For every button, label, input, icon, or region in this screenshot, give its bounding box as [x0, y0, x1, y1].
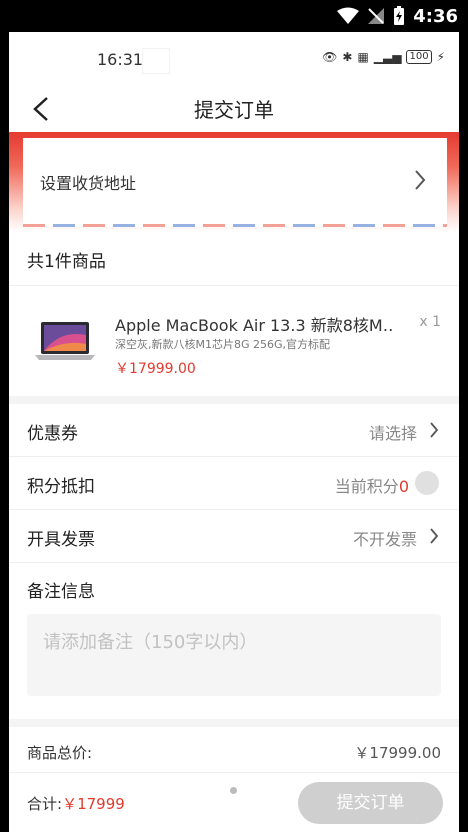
points-row: 积分抵扣 当前积分0 [9, 457, 459, 510]
goods-total-row: 商品总价: ￥17999.00 [9, 727, 459, 777]
chevron-right-icon [430, 422, 439, 438]
address-label: 设置收货地址 [40, 174, 137, 193]
bottom-bar: 合计:￥17999 提交订单 [9, 772, 459, 832]
submit-order-button[interactable]: 提交订单 [298, 782, 443, 824]
product-spec: 深空灰,新款八核M1芯片8G 256G,官方标配 [115, 338, 331, 351]
chevron-right-icon [415, 170, 426, 190]
device-time: 4:36 [413, 5, 458, 27]
section-gap [9, 396, 459, 404]
address-card[interactable]: 设置收货地址 [23, 138, 447, 224]
no-signal-icon [368, 8, 385, 24]
points-value: 0 [398, 477, 409, 496]
page-title: 提交订单 [194, 98, 274, 122]
vibrate-icon: ▦ [357, 50, 369, 64]
coupon-value: 请选择 [368, 424, 417, 443]
product-item[interactable]: Apple MacBook Air 13.3 新款8核M… x 1 深空灰,新款… [9, 286, 459, 396]
wifi-icon [337, 7, 360, 24]
remark-input[interactable]: 请添加备注（150字以内） [27, 614, 441, 696]
invoice-value: 不开发票 [352, 530, 417, 549]
battery-charging-icon [394, 6, 405, 25]
product-price: ￥17999.00 [115, 361, 196, 377]
invoice-row[interactable]: 开具发票 不开发票 [9, 510, 459, 563]
nav-bar: 提交订单 [9, 88, 459, 132]
app-screen: 16:31 👁 ✱ ▦ ▁▃▅ 100 ⚡ 提交订单 设置收货地址 共1件商品 [9, 32, 459, 832]
product-name: Apple MacBook Air 13.3 新款8核M… [115, 316, 395, 335]
points-label: 积分抵扣 [27, 477, 95, 497]
address-section: 设置收货地址 [9, 132, 459, 232]
bluetooth-icon: ✱ [342, 50, 353, 64]
product-quantity: x 1 [419, 314, 441, 330]
coupon-row[interactable]: 优惠券 请选择 [9, 404, 459, 457]
eye-icon: 👁 [322, 50, 338, 64]
address-envelope-border [23, 224, 447, 227]
order-total: 合计:￥17999 [27, 793, 125, 814]
order-total-value: ￥17999 [62, 795, 125, 813]
goods-total-label: 商品总价: [27, 744, 93, 762]
invoice-label: 开具发票 [27, 530, 95, 550]
remark-section: 备注信息 请添加备注（150字以内） [9, 563, 459, 719]
status-icons: 👁 ✱ ▦ ▁▃▅ 100 ⚡ [322, 50, 445, 64]
goods-count-header: 共1件商品 [9, 232, 459, 286]
scroll-indicator [230, 787, 237, 794]
charging-icon: ⚡ [436, 50, 445, 64]
section-gap [9, 719, 459, 727]
device-status-bar: 4:36 [0, 0, 468, 32]
goods-total-value: ￥17999.00 [354, 744, 441, 762]
points-info: 当前积分0 [335, 473, 409, 497]
order-total-label: 合计: [27, 795, 63, 813]
chevron-right-icon [430, 528, 439, 544]
coupon-label: 优惠券 [27, 424, 78, 444]
status-mask [142, 48, 170, 74]
status-time: 16:31 [97, 50, 144, 69]
app-status-bar: 16:31 👁 ✱ ▦ ▁▃▅ 100 ⚡ [9, 32, 459, 88]
laptop-thumbnail [35, 322, 95, 360]
signal-icon: ▁▃▅ [373, 50, 402, 64]
remark-label: 备注信息 [27, 582, 95, 602]
battery-icon: 100 [406, 50, 432, 64]
points-text: 当前积分 [334, 477, 399, 496]
points-toggle[interactable] [415, 471, 439, 495]
